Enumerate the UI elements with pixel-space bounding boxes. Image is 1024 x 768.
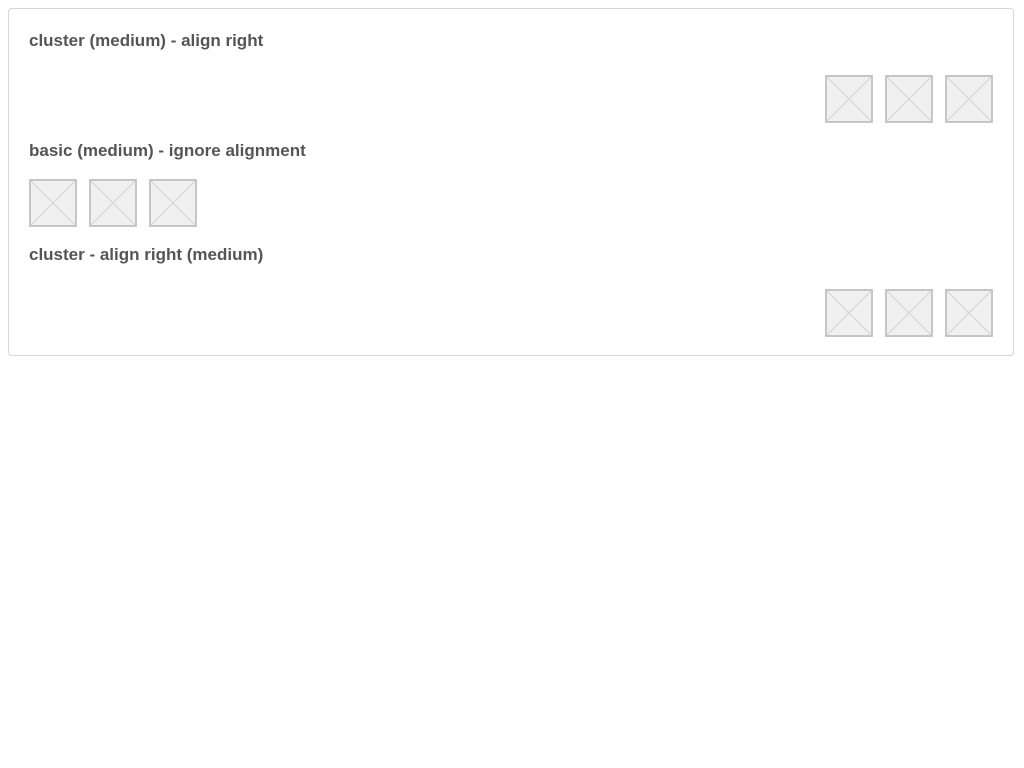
section-cluster-align-right: cluster (medium) - align right <box>29 31 993 123</box>
placeholder-row <box>825 289 993 337</box>
placeholder-row <box>29 179 197 227</box>
section-title: basic (medium) - ignore alignment <box>29 141 306 160</box>
image-placeholder-icon <box>885 289 933 337</box>
image-placeholder-icon <box>945 289 993 337</box>
section-cluster-align-right-medium: cluster - align right (medium) <box>29 245 993 337</box>
image-placeholder-icon <box>885 75 933 123</box>
image-placeholder-icon <box>149 179 197 227</box>
image-placeholder-icon <box>825 75 873 123</box>
image-placeholder-icon <box>825 289 873 337</box>
image-placeholder-icon <box>945 75 993 123</box>
image-placeholder-icon <box>29 179 77 227</box>
section-title: cluster (medium) - align right <box>29 31 264 50</box>
image-placeholder-icon <box>89 179 137 227</box>
section-basic-ignore-alignment: basic (medium) - ignore alignment <box>29 141 993 227</box>
section-title: cluster - align right (medium) <box>29 245 264 264</box>
layout-demo-card: cluster (medium) - align right basic (me… <box>8 8 1014 356</box>
placeholder-row <box>825 75 993 123</box>
